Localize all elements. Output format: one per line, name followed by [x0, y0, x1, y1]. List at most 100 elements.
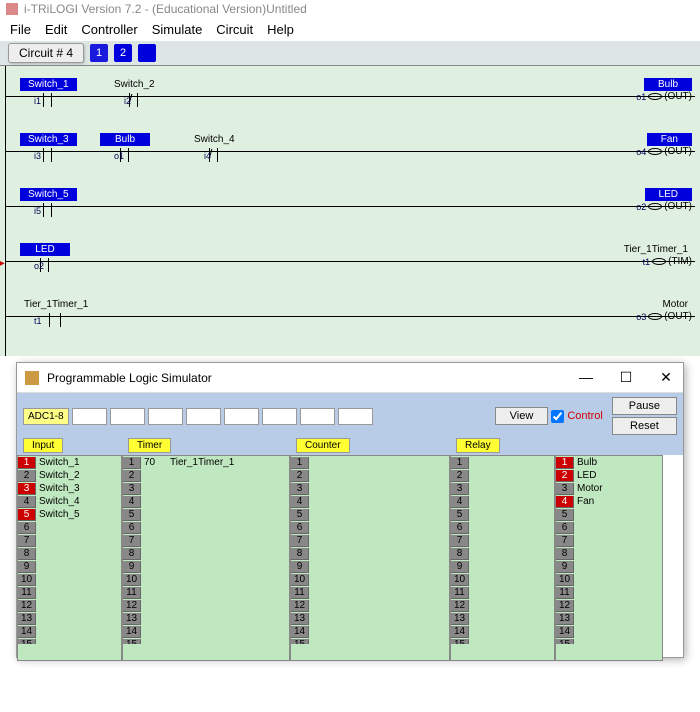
control-checkbox-group[interactable]: Control	[551, 410, 602, 423]
contact[interactable]: Switch_1i1	[20, 78, 77, 109]
menu-simulate[interactable]: Simulate	[152, 22, 203, 37]
coil[interactable]: Motoro3(OUT)	[636, 298, 692, 322]
list-item[interactable]: 3	[123, 482, 289, 495]
list-item[interactable]: 4Fan	[556, 495, 662, 508]
list-item[interactable]: 1Bulb	[556, 456, 662, 469]
list-item[interactable]: 11	[451, 586, 554, 599]
adc-input-2[interactable]	[110, 408, 145, 425]
list-item[interactable]: 10	[18, 573, 121, 586]
adc-input-6[interactable]	[262, 408, 297, 425]
list-item[interactable]: 11	[291, 586, 449, 599]
list-item[interactable]: 7	[291, 534, 449, 547]
list-item[interactable]: 11	[556, 586, 662, 599]
list-item[interactable]: 10	[291, 573, 449, 586]
view-button[interactable]: View	[495, 407, 549, 425]
menu-circuit[interactable]: Circuit	[216, 22, 253, 37]
list-item[interactable]: 170Tier_1Timer_1	[123, 456, 289, 469]
adc-input-1[interactable]	[72, 408, 107, 425]
list-item[interactable]: 5	[556, 508, 662, 521]
list-item[interactable]: 6	[123, 521, 289, 534]
list-item[interactable]: 4	[291, 495, 449, 508]
rung-2[interactable]: Switch_3i3 Bulbo1 Switch_4/i4 Fano4(OUT)	[0, 121, 700, 176]
list-item[interactable]: 12	[556, 599, 662, 612]
menu-edit[interactable]: Edit	[45, 22, 67, 37]
list-item[interactable]: 2	[123, 469, 289, 482]
scroll-area[interactable]: 1Bulb2LED3Motor4Fan567891011121314151617…	[556, 456, 662, 644]
contact[interactable]: Switch_2/i2	[110, 78, 159, 109]
list-item[interactable]: 12	[291, 599, 449, 612]
list-item[interactable]: 5	[291, 508, 449, 521]
list-item[interactable]: 3Switch_3	[18, 482, 121, 495]
tab-1[interactable]: 1	[90, 44, 108, 62]
list-item[interactable]: 14	[291, 625, 449, 638]
list-item[interactable]: 14	[18, 625, 121, 638]
contact[interactable]: Switch_4/i4	[190, 133, 239, 164]
tab-2[interactable]: 2	[114, 44, 132, 62]
list-item[interactable]: 10	[123, 573, 289, 586]
scroll-area[interactable]: 1Switch_12Switch_23Switch_34Switch_45Swi…	[18, 456, 121, 644]
list-item[interactable]: 9	[291, 560, 449, 573]
list-item[interactable]: 12	[123, 599, 289, 612]
list-item[interactable]: 12	[451, 599, 554, 612]
h-scrollbar[interactable]	[123, 644, 289, 659]
adc-input-7[interactable]	[300, 408, 335, 425]
coil[interactable]: LEDo2(OUT)	[636, 188, 692, 212]
tab-empty[interactable]	[138, 44, 156, 62]
maximize-button[interactable]: ☐	[617, 369, 635, 386]
coil[interactable]: Bulbo1(OUT)	[636, 78, 692, 102]
list-item[interactable]: 3Motor	[556, 482, 662, 495]
list-item[interactable]: 4Switch_4	[18, 495, 121, 508]
adc-input-5[interactable]	[224, 408, 259, 425]
minimize-button[interactable]: —	[577, 369, 595, 386]
list-item[interactable]: 6	[451, 521, 554, 534]
list-item[interactable]: 8	[291, 547, 449, 560]
list-item[interactable]: 9	[18, 560, 121, 573]
close-button[interactable]: ✕	[657, 369, 675, 386]
list-item[interactable]: 1	[291, 456, 449, 469]
reset-button[interactable]: Reset	[612, 417, 677, 435]
list-item[interactable]: 9	[123, 560, 289, 573]
h-scrollbar[interactable]	[556, 644, 662, 659]
list-item[interactable]: 6	[291, 521, 449, 534]
list-item[interactable]: 7	[18, 534, 121, 547]
list-item[interactable]: 11	[123, 586, 289, 599]
list-item[interactable]: 4	[123, 495, 289, 508]
circuit-number-button[interactable]: Circuit # 4	[8, 43, 84, 63]
adc-input-4[interactable]	[186, 408, 221, 425]
h-scrollbar[interactable]	[291, 644, 449, 659]
rung-4[interactable]: ▶LEDo2Tier_1Timer_1t1(TIM)SV:100	[0, 231, 700, 286]
list-item[interactable]: 6	[18, 521, 121, 534]
list-item[interactable]: 13	[291, 612, 449, 625]
scroll-area[interactable]: 123456789101112131415161718	[451, 456, 554, 644]
adc-input-8[interactable]	[338, 408, 373, 425]
control-checkbox[interactable]	[551, 410, 564, 423]
list-item[interactable]: 7	[123, 534, 289, 547]
ladder-diagram-area[interactable]: Switch_1i1 Switch_2/i2 Bulbo1(OUT) Switch_3…	[0, 66, 700, 356]
list-item[interactable]: 7	[556, 534, 662, 547]
list-item[interactable]: 6	[556, 521, 662, 534]
list-item[interactable]: 2	[451, 469, 554, 482]
list-item[interactable]: 8	[18, 547, 121, 560]
pause-button[interactable]: Pause	[612, 397, 677, 415]
list-item[interactable]: 5Switch_5	[18, 508, 121, 521]
rung-1[interactable]: Switch_1i1 Switch_2/i2 Bulbo1(OUT)	[0, 66, 700, 121]
list-item[interactable]: 8	[451, 547, 554, 560]
list-item[interactable]: 8	[556, 547, 662, 560]
coil[interactable]: Fano4(OUT)	[636, 133, 692, 157]
h-scrollbar[interactable]	[451, 644, 554, 659]
contact[interactable]: Tier_1Timer_1t1	[20, 298, 92, 329]
list-item[interactable]: 13	[556, 612, 662, 625]
list-item[interactable]: 9	[451, 560, 554, 573]
list-item[interactable]: 3	[451, 482, 554, 495]
rung-5[interactable]: Tier_1Timer_1t1 Motoro3(OUT)	[0, 286, 700, 341]
list-item[interactable]: 1Switch_1	[18, 456, 121, 469]
list-item[interactable]: 2	[291, 469, 449, 482]
list-item[interactable]: 2Switch_2	[18, 469, 121, 482]
list-item[interactable]: 8	[123, 547, 289, 560]
menu-help[interactable]: Help	[267, 22, 294, 37]
list-item[interactable]: 13	[18, 612, 121, 625]
contact[interactable]: Switch_3i3	[20, 133, 77, 164]
contact[interactable]: Bulbo1	[100, 133, 150, 164]
scroll-area[interactable]: 123456789101112131415161718	[291, 456, 449, 644]
list-item[interactable]: 1	[451, 456, 554, 469]
